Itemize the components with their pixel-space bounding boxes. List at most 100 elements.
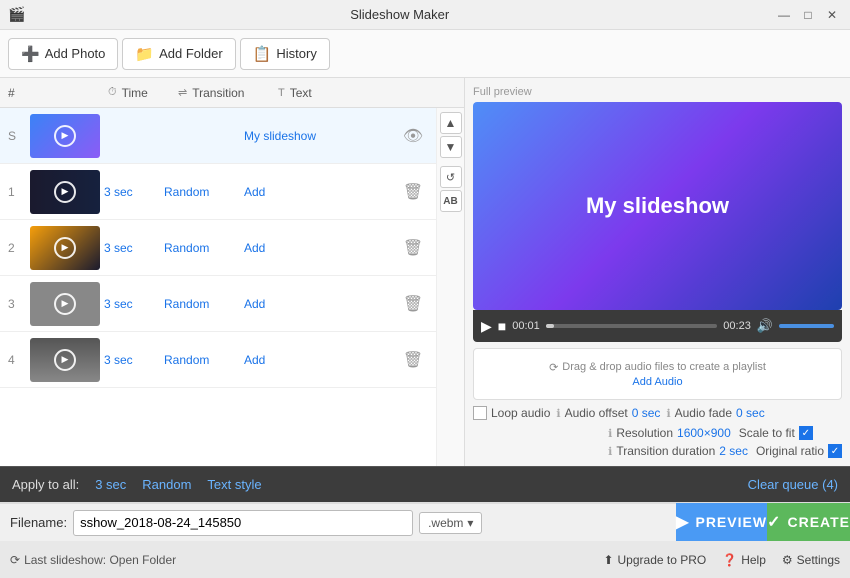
- delete-slide-icon[interactable]: 🗑: [398, 294, 428, 314]
- resolution-value[interactable]: 1600×900: [677, 426, 731, 440]
- audio-drag-text: ⟳ Drag & drop audio files to create a pl…: [549, 361, 766, 374]
- apply-text-style[interactable]: Text style: [207, 477, 261, 492]
- titlebar: 🎬 Slideshow Maker — □ ✕: [0, 0, 850, 30]
- app-title: Slideshow Maker: [25, 7, 774, 22]
- delete-slide-icon[interactable]: 🗑: [398, 182, 428, 202]
- transition-duration-value[interactable]: 2 sec: [719, 444, 748, 458]
- thumb-play-icon: ▶: [54, 181, 76, 203]
- toolbar: ➕ Add Photo 📁 Add Folder 📋 History: [0, 30, 850, 78]
- preview-area: My slideshow: [473, 102, 842, 310]
- stop-button[interactable]: ■: [498, 318, 506, 334]
- reverse-order-button[interactable]: ↺: [440, 166, 462, 188]
- settings-right: ℹ Resolution 1600×900 Scale to fit ✓ ℹ T…: [608, 426, 842, 458]
- filename-action-row: Filename: .webm ▾ ▶ PREVIEW ✓ CREATE: [0, 502, 850, 540]
- slides-list-wrapper: S ▶ My slideshow 👁 1 ▶ 3 sec Ra: [0, 108, 464, 466]
- create-label: CREATE: [787, 514, 850, 530]
- apply-bar: Apply to all: 3 sec Random Text style Cl…: [0, 466, 850, 502]
- filename-label: Filename:: [10, 515, 67, 530]
- add-audio-link[interactable]: Add Audio: [632, 376, 682, 388]
- apply-label: Apply to all:: [12, 477, 79, 492]
- main-area: # ⏱ Time ⇌ Transition T Text S: [0, 78, 850, 466]
- create-check-icon: ✓: [767, 512, 781, 532]
- table-row: 2 ▶ 3 sec Random Add 🗑: [0, 220, 436, 276]
- create-button[interactable]: ✓ CREATE: [767, 503, 850, 541]
- resolution-row: ℹ Resolution 1600×900 Scale to fit ✓: [608, 426, 842, 440]
- filename-bar: Filename: .webm ▾: [0, 503, 676, 541]
- progress-bar[interactable]: [546, 324, 718, 328]
- col-header-text: T Text: [278, 86, 398, 100]
- thumb-play-icon: ▶: [54, 349, 76, 371]
- audio-fade-value[interactable]: 0 sec: [736, 406, 765, 420]
- audio-offset-info-icon[interactable]: ℹ: [556, 407, 560, 420]
- delete-slide-icon[interactable]: 🗑: [398, 350, 428, 370]
- slide-text[interactable]: Add: [244, 185, 398, 199]
- audio-fade-setting: ℹ Audio fade 0 sec: [666, 406, 764, 420]
- scale-to-fit-setting: Scale to fit ✓: [739, 426, 813, 440]
- maximize-button[interactable]: □: [798, 5, 818, 25]
- extension-selector[interactable]: .webm ▾: [419, 512, 482, 534]
- slide-reorder-controls: ▲ ▼ ↺ AB: [436, 108, 464, 466]
- text-header-icon: T: [278, 87, 285, 99]
- add-photo-label: Add Photo: [45, 46, 106, 61]
- progress-fill: [546, 324, 555, 328]
- history-label: History: [276, 46, 316, 61]
- slide-transition[interactable]: Random: [164, 241, 244, 255]
- play-button[interactable]: ▶: [481, 318, 492, 335]
- slide-thumbnail: ▶: [30, 114, 100, 158]
- close-button[interactable]: ✕: [822, 5, 842, 25]
- add-photo-button[interactable]: ➕ Add Photo: [8, 38, 118, 70]
- apply-time[interactable]: 3 sec: [95, 477, 126, 492]
- slide-text[interactable]: Add: [244, 297, 398, 311]
- delete-slide-icon[interactable]: 🗑: [398, 238, 428, 258]
- slide-text[interactable]: My slideshow: [244, 129, 398, 143]
- move-down-button[interactable]: ▼: [440, 136, 462, 158]
- volume-bar[interactable]: [779, 324, 834, 328]
- preview-label: Full preview: [473, 86, 842, 98]
- volume-icon[interactable]: 🔊: [757, 318, 773, 334]
- slide-transition[interactable]: Random: [164, 185, 244, 199]
- add-folder-button[interactable]: 📁 Add Folder: [122, 38, 235, 70]
- slide-transition[interactable]: Random: [164, 297, 244, 311]
- slide-time[interactable]: 3 sec: [104, 241, 164, 255]
- slide-transition[interactable]: Random: [164, 353, 244, 367]
- slide-text[interactable]: Add: [244, 353, 398, 367]
- transition-duration-info-icon[interactable]: ℹ: [608, 445, 612, 458]
- audio-fade-info-icon[interactable]: ℹ: [666, 407, 670, 420]
- preview-container: My slideshow ▶ ■ 00:01 00:23 🔊: [473, 102, 842, 342]
- audio-fade-label: Audio fade: [675, 406, 732, 420]
- help-icon: ❓: [722, 553, 737, 567]
- preview-button[interactable]: ▶ PREVIEW: [676, 503, 767, 541]
- original-ratio-checkbox[interactable]: ✓: [828, 444, 842, 458]
- status-right: ⬆ Upgrade to PRO ❓ Help ⚙ Settings: [603, 553, 840, 567]
- slide-time[interactable]: 3 sec: [104, 353, 164, 367]
- move-up-button[interactable]: ▲: [440, 112, 462, 134]
- upgrade-to-pro-button[interactable]: ⬆ Upgrade to PRO: [603, 553, 706, 567]
- slide-number: 2: [8, 241, 30, 255]
- loop-audio-checkbox[interactable]: [473, 406, 487, 420]
- col-header-time: ⏱ Time: [108, 86, 178, 100]
- transition-duration-setting: ℹ Transition duration 2 sec: [608, 444, 748, 458]
- slide-text[interactable]: Add: [244, 241, 398, 255]
- action-buttons: ▶ PREVIEW ✓ CREATE: [676, 503, 850, 541]
- audio-offset-setting: ℹ Audio offset 0 sec: [556, 406, 660, 420]
- apply-transition[interactable]: Random: [142, 477, 191, 492]
- settings-button[interactable]: ⚙ Settings: [782, 553, 840, 567]
- scale-to-fit-checkbox[interactable]: ✓: [799, 426, 813, 440]
- resolution-info-icon[interactable]: ℹ: [608, 427, 612, 440]
- audio-offset-value[interactable]: 0 sec: [632, 406, 661, 420]
- filename-input[interactable]: [73, 510, 413, 536]
- slide-thumbnail: ▶: [30, 226, 100, 270]
- thumb-play-icon: ▶: [54, 237, 76, 259]
- minimize-button[interactable]: —: [774, 5, 794, 25]
- preview-play-icon: ▶: [676, 512, 689, 532]
- slide-preview-icon[interactable]: 👁: [398, 126, 428, 146]
- history-button[interactable]: 📋 History: [240, 38, 330, 70]
- ab-icon-button[interactable]: AB: [440, 190, 462, 212]
- slides-list: S ▶ My slideshow 👁 1 ▶ 3 sec Ra: [0, 108, 436, 466]
- table-header: # ⏱ Time ⇌ Transition T Text: [0, 78, 464, 108]
- help-button[interactable]: ❓ Help: [722, 553, 766, 567]
- slide-time[interactable]: 3 sec: [104, 297, 164, 311]
- clear-queue-link[interactable]: Clear queue (4): [748, 477, 838, 492]
- slide-time[interactable]: 3 sec: [104, 185, 164, 199]
- scale-to-fit-label: Scale to fit: [739, 426, 795, 440]
